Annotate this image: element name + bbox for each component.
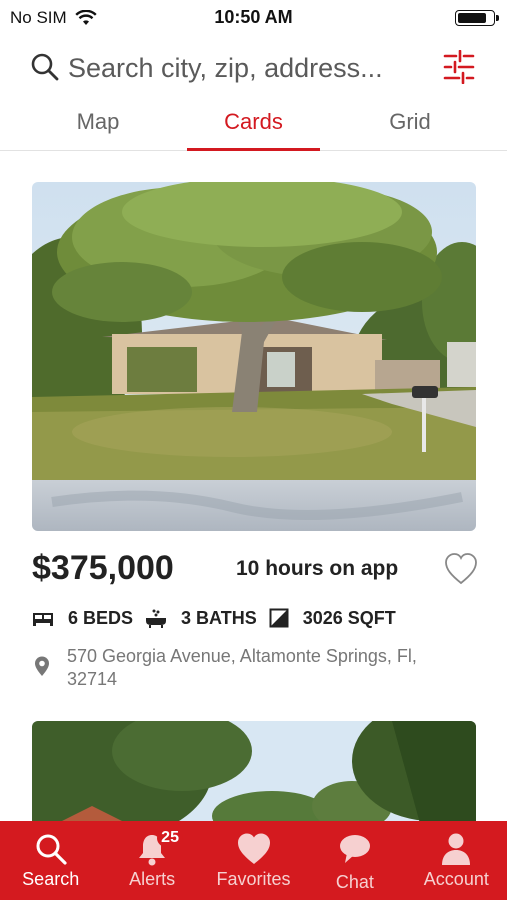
search-bar: [0, 44, 507, 94]
nav-favorites-label: Favorites: [216, 869, 291, 889]
listing-photo-2[interactable]: [32, 721, 476, 831]
location-pin-icon: [35, 656, 49, 676]
nav-favorites[interactable]: Favorites: [203, 821, 304, 900]
status-time: 10:50 AM: [214, 7, 293, 27]
bottom-tab-bar: Search 25 Alerts Favorites Chat Account: [0, 821, 507, 900]
bed-icon: [33, 613, 53, 626]
baths-spec: 3 BATHS: [145, 608, 257, 629]
nav-account-label: Account: [423, 869, 489, 889]
house-photo-image-2: [32, 721, 476, 831]
active-tab-indicator: [187, 148, 320, 151]
baths-label: 3 BATHS: [181, 607, 257, 628]
chat-bubble-icon: [339, 835, 370, 863]
tab-grid[interactable]: Grid: [340, 109, 480, 149]
beds-label: 6 BEDS: [68, 607, 134, 628]
nav-search[interactable]: Search: [0, 821, 101, 900]
listing-specs: 6 BEDS 3 BATHS 3026 SQFT: [32, 604, 472, 632]
person-icon: [442, 833, 471, 865]
nav-chat-label: Chat: [335, 872, 374, 892]
nav-alerts[interactable]: 25 Alerts: [101, 821, 202, 900]
battery-icon: [455, 10, 499, 26]
nav-search-label: Search: [22, 869, 80, 889]
listing-address[interactable]: 570 Georgia Avenue, Altamonte Springs, F…: [67, 645, 467, 691]
favorite-heart-icon[interactable]: [443, 551, 479, 587]
sqft-spec: 3026 SQFT: [269, 608, 396, 629]
house-photo-image: [32, 182, 476, 531]
search-icon: [36, 834, 67, 865]
sqft-label: 3026 SQFT: [302, 607, 396, 628]
time-on-app: 10 hours on app: [236, 557, 399, 580]
view-tabs: Map Cards Grid: [0, 103, 507, 151]
tab-map[interactable]: Map: [28, 109, 168, 149]
listing-price: $375,000: [32, 549, 174, 587]
search-icon: [31, 53, 59, 81]
nav-chat[interactable]: Chat: [304, 821, 405, 900]
nav-alerts-label: Alerts: [129, 869, 176, 889]
bathtub-icon: [146, 609, 167, 628]
beds-spec: 6 BEDS: [32, 608, 133, 629]
area-square-icon: [269, 608, 289, 628]
alerts-badge: 25: [157, 829, 183, 847]
search-input[interactable]: [68, 48, 428, 88]
heart-icon: [237, 833, 270, 864]
listing-photo[interactable]: [32, 182, 476, 531]
filter-sliders-icon[interactable]: [443, 50, 475, 84]
tab-cards[interactable]: Cards: [187, 109, 320, 149]
battery-level: [458, 13, 487, 23]
nav-account[interactable]: Account: [406, 821, 507, 900]
status-bar: No SIM 10:50 AM: [0, 0, 507, 34]
